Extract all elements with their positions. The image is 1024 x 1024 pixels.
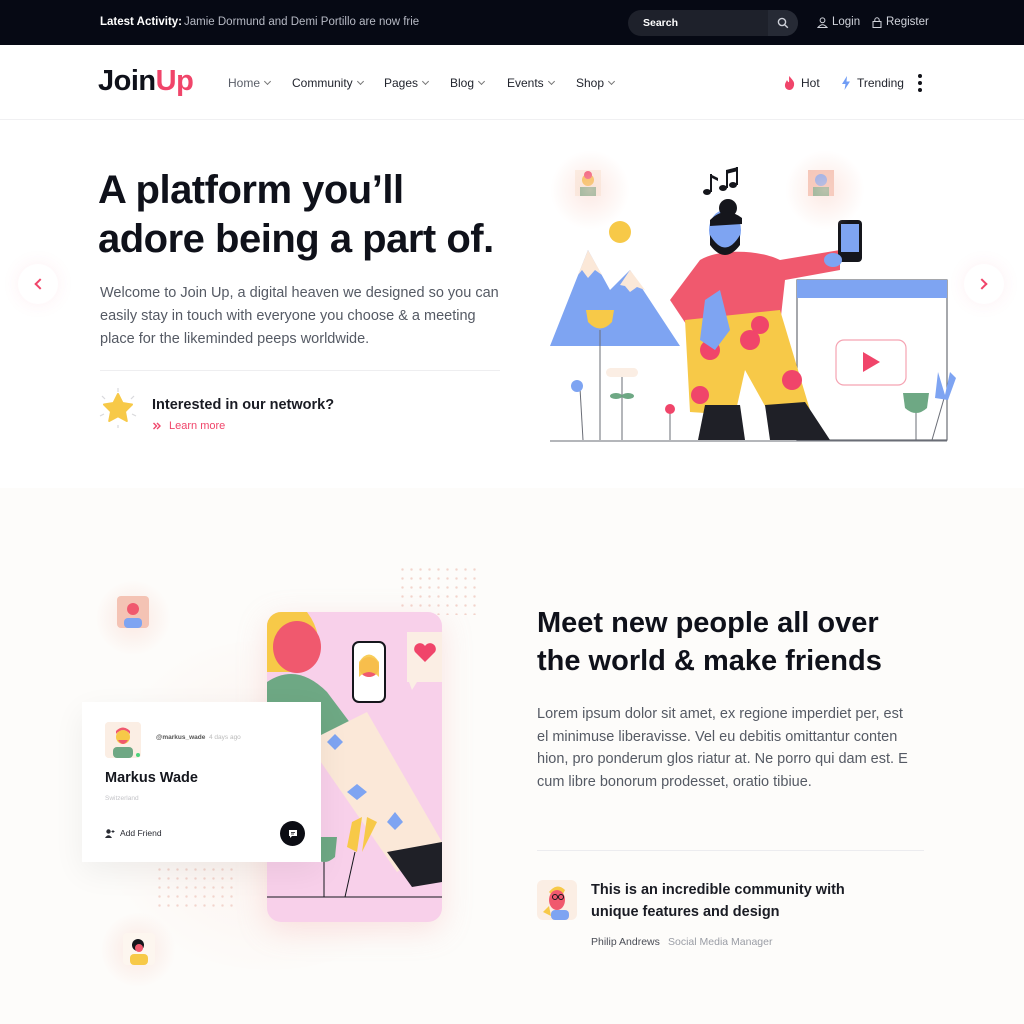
profile-card[interactable]: @markus_wade 4 days ago Markus Wade Swit… (82, 702, 321, 862)
register-link[interactable]: Register (872, 16, 929, 28)
latest-activity-label: Latest Activity: (100, 16, 183, 28)
chevron-down-icon (421, 77, 430, 86)
trending-link[interactable]: Trending (841, 76, 904, 90)
logo[interactable]: JoinUp (98, 65, 194, 98)
nav-label: Community (292, 76, 353, 90)
divider (100, 370, 500, 371)
nav-item-community[interactable]: Community (292, 76, 364, 90)
add-friend-label: Add Friend (120, 828, 162, 838)
lock-icon (872, 16, 882, 28)
dot-pattern (155, 865, 235, 913)
nav-label: Events (507, 76, 544, 90)
hero-title-line: A platform you’ll (98, 168, 404, 212)
hot-label: Hot (801, 76, 820, 90)
music-notes-icon (703, 167, 738, 195)
chevron-down-icon (263, 77, 272, 86)
register-label: Register (886, 16, 929, 28)
divider (537, 850, 924, 851)
main-navbar: JoinUp Home Community Pages Blog Events … (0, 45, 1024, 120)
section-title: Meet new people all over the world & mak… (537, 604, 937, 680)
profile-name: Markus Wade (105, 770, 198, 786)
nav-label: Home (228, 76, 261, 90)
latest-activity-ticker[interactable]: Jamie Dormund and Demi Portillo are now … (184, 16, 419, 28)
nav-item-home[interactable]: Home (228, 76, 272, 90)
hero-description: Welcome to Join Up, a digital heaven we … (100, 285, 499, 347)
testimonial-role: Social Media Manager (668, 936, 773, 948)
avatar-glow (550, 150, 630, 230)
lightning-icon (842, 76, 850, 90)
profile-location: Switzerland (105, 795, 139, 802)
fire-icon (784, 76, 795, 90)
nav-item-shop[interactable]: Shop (576, 76, 616, 90)
carousel-prev-button[interactable] (18, 264, 58, 304)
more-menu-icon[interactable] (918, 74, 922, 92)
profile-handle[interactable]: @markus_wade (156, 734, 205, 741)
chevron-down-icon (356, 77, 364, 86)
hero-illustration (540, 150, 980, 450)
hot-link[interactable]: Hot (784, 76, 820, 90)
search-icon[interactable] (768, 10, 798, 36)
profile-time: 4 days ago (209, 734, 241, 741)
floating-avatar (117, 596, 149, 628)
floating-avatar (123, 933, 155, 965)
testimonial-line: unique features and design (591, 903, 780, 920)
logo-up: Up (155, 65, 194, 97)
hero-title: A platform you’ll adore being a part of. (98, 166, 528, 264)
message-button[interactable] (280, 821, 305, 846)
user-icon (817, 16, 828, 28)
logo-join: Join (98, 65, 156, 97)
testimonial-line: This is an incredible community with (591, 882, 845, 898)
nav-label: Blog (450, 76, 475, 90)
profile-avatar[interactable] (105, 722, 141, 758)
top-bar: Latest Activity: Jamie Dormund and Demi … (0, 0, 1024, 45)
chevron-down-icon (477, 77, 486, 86)
nav-item-pages[interactable]: Pages (384, 76, 430, 90)
section-title-line: Meet new people all over (537, 607, 879, 639)
trending-label: Trending (857, 76, 904, 90)
chevron-left-icon (34, 278, 46, 290)
add-user-icon (105, 828, 115, 838)
dot-pattern (398, 565, 478, 615)
nav-label: Shop (576, 76, 605, 90)
login-link[interactable]: Login (817, 16, 860, 28)
search-input[interactable] (628, 10, 768, 36)
learn-more-label: Learn more (169, 420, 226, 432)
avatar-glow (785, 150, 865, 230)
search-box (628, 10, 798, 36)
nav-label: Pages (384, 76, 419, 90)
learn-more-link[interactable]: Learn more (153, 420, 225, 432)
testimonial-author: Philip Andrews (591, 936, 660, 948)
chevron-down-icon (547, 77, 555, 86)
section-description: Lorem ipsum dolor sit amet, ex regione i… (537, 706, 908, 790)
testimonial-quote: This is an incredible community with uni… (591, 880, 891, 923)
chevron-down-icon (607, 77, 616, 86)
hero-title-line: adore being a part of. (98, 217, 494, 261)
testimonial-avatar (537, 880, 577, 920)
section-title-line: the world & make friends (537, 645, 882, 677)
double-chevron-right-icon (153, 422, 161, 430)
nav-item-events[interactable]: Events (507, 76, 555, 90)
login-label: Login (832, 16, 861, 28)
chat-icon (288, 829, 297, 838)
star-icon (96, 386, 140, 430)
cta-question: Interested in our network? (152, 397, 335, 413)
nav-item-blog[interactable]: Blog (450, 76, 486, 90)
add-friend-button[interactable]: Add Friend (105, 828, 162, 838)
